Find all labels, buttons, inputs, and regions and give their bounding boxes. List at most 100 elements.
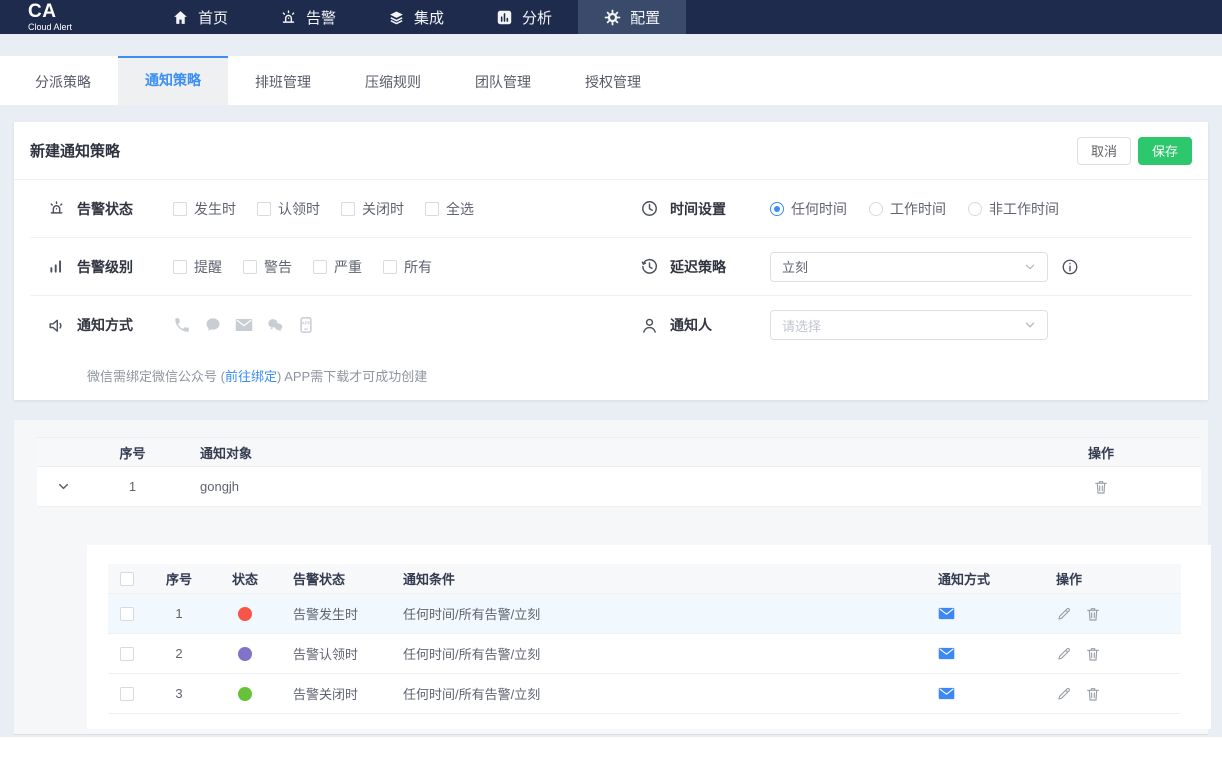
person-icon [640, 316, 659, 335]
rule-row[interactable]: 2 告警认领时 任何时间/所有告警/立刻 [108, 634, 1181, 674]
sms-bubble-icon[interactable] [204, 316, 222, 334]
checkbox-box[interactable] [313, 260, 327, 274]
row-checkbox[interactable] [120, 687, 134, 701]
checkbox-box[interactable] [341, 202, 355, 216]
tab-team-management[interactable]: 团队管理 [448, 56, 558, 105]
tab-dispatch-policy[interactable]: 分派策略 [8, 56, 118, 105]
field-alert-status: 告警状态 发生时 认领时 关闭时 全选 [30, 180, 611, 238]
select-placeholder: 请选择 [782, 316, 821, 335]
rule-condition: 任何时间/所有告警/立刻 [388, 644, 923, 663]
nav-label: 告警 [306, 7, 336, 28]
save-button[interactable]: 保存 [1138, 137, 1192, 165]
radio-work-time[interactable]: 工作时间 [869, 199, 946, 219]
time-setting-radios: 任何时间 工作时间 非工作时间 [770, 199, 1059, 219]
panel-actions: 取消 保存 [1077, 137, 1192, 165]
checkbox-on-occur[interactable]: 发生时 [173, 199, 236, 219]
delete-rule-icon[interactable] [1085, 606, 1101, 622]
checkbox-select-all[interactable]: 全选 [425, 199, 474, 219]
radio-dot[interactable] [869, 202, 883, 216]
nav-item-home[interactable]: 首页 [146, 0, 254, 34]
edit-rule-icon[interactable] [1056, 646, 1072, 662]
checkbox-box[interactable] [243, 260, 257, 274]
nav-item-alerts[interactable]: 告警 [254, 0, 362, 34]
status-dot [238, 687, 252, 701]
delete-rule-icon[interactable] [1085, 646, 1101, 662]
app-logo[interactable]: CA Cloud Alert [28, 2, 98, 32]
email-method-icon [938, 687, 1041, 700]
radio-any-time[interactable]: 任何时间 [770, 199, 847, 219]
policy-row[interactable]: 1 gongjh [37, 467, 1201, 507]
rule-alert-status: 告警关闭时 [278, 684, 388, 703]
info-icon[interactable] [1061, 258, 1079, 276]
checkbox-box[interactable] [425, 202, 439, 216]
checkbox-critical[interactable]: 严重 [313, 257, 362, 277]
radio-dot[interactable] [968, 202, 982, 216]
delay-policy-select[interactable]: 立刻 [770, 252, 1048, 282]
collapse-chevron-icon[interactable] [57, 480, 70, 493]
tab-compression-rules[interactable]: 压缩规则 [338, 56, 448, 105]
go-bind-link[interactable]: 前往绑定 [225, 366, 277, 385]
radio-non-work-time[interactable]: 非工作时间 [968, 199, 1059, 219]
rule-action-header: 操作 [1041, 569, 1181, 588]
checkbox-label: 关闭时 [362, 199, 404, 219]
select-all-checkbox[interactable] [120, 572, 134, 586]
checkbox-box[interactable] [173, 260, 187, 274]
select-value: 立刻 [782, 257, 808, 276]
radio-dot[interactable] [770, 202, 784, 216]
action-header: 操作 [1001, 443, 1201, 462]
index-header: 序号 [90, 443, 175, 462]
rules-panel: 序号 状态 告警状态 通知条件 通知方式 操作 1 告警发生时 任何时间/所有告… [87, 545, 1211, 729]
checkbox-all-levels[interactable]: 所有 [383, 257, 432, 277]
chevron-down-icon [1024, 319, 1036, 331]
tab-shift-management[interactable]: 排班管理 [228, 56, 338, 105]
checkbox-label: 警告 [264, 257, 292, 277]
policy-list-section: 序号 通知对象 操作 1 gongjh 序号 [14, 420, 1208, 735]
checkbox-on-close[interactable]: 关闭时 [341, 199, 404, 219]
field-label: 延迟策略 [670, 257, 770, 277]
nav-label: 首页 [198, 7, 228, 28]
rule-row[interactable]: 1 告警发生时 任何时间/所有告警/立刻 [108, 594, 1181, 634]
checkbox-box[interactable] [173, 202, 187, 216]
rule-index-header: 序号 [146, 569, 212, 588]
app-icon[interactable]: APP [297, 316, 315, 334]
panel-title: 新建通知策略 [30, 140, 120, 161]
rule-alert-status: 告警认领时 [278, 644, 388, 663]
checkbox-box[interactable] [383, 260, 397, 274]
bar-chart-icon [496, 9, 513, 26]
gear-icon [604, 9, 621, 26]
nav-item-config[interactable]: 配置 [578, 0, 686, 34]
rules-table: 序号 状态 告警状态 通知条件 通知方式 操作 1 告警发生时 任何时间/所有告… [108, 564, 1181, 714]
phone-call-icon[interactable] [173, 316, 191, 334]
row-checkbox[interactable] [120, 607, 134, 621]
rule-index: 2 [146, 646, 212, 661]
policy-row-target: gongjh [175, 479, 1001, 494]
wechat-icon[interactable] [266, 316, 284, 334]
field-delay-policy: 延迟策略 立刻 [611, 238, 1192, 296]
nav-item-integrations[interactable]: 集成 [362, 0, 470, 34]
nav-item-analytics[interactable]: 分析 [470, 0, 578, 34]
rule-condition-header: 通知条件 [388, 569, 923, 588]
checkbox-box[interactable] [257, 202, 271, 216]
notify-person-select[interactable]: 请选择 [770, 310, 1048, 340]
checkbox-remind[interactable]: 提醒 [173, 257, 222, 277]
edit-rule-icon[interactable] [1056, 686, 1072, 702]
logo-text: CA [28, 2, 98, 21]
edit-rule-icon[interactable] [1056, 606, 1072, 622]
tab-authorization[interactable]: 授权管理 [558, 56, 668, 105]
cancel-button[interactable]: 取消 [1077, 137, 1131, 165]
tab-notification-policy[interactable]: 通知策略 [118, 56, 228, 105]
checkbox-warning[interactable]: 警告 [243, 257, 292, 277]
checkbox-on-claim[interactable]: 认领时 [257, 199, 320, 219]
email-icon[interactable] [235, 316, 253, 334]
row-checkbox[interactable] [120, 647, 134, 661]
history-clock-icon [640, 257, 659, 276]
alert-status-checkboxes: 发生时 认领时 关闭时 全选 [173, 199, 474, 219]
rule-row[interactable]: 3 告警关闭时 任何时间/所有告警/立刻 [108, 674, 1181, 714]
delete-rule-icon[interactable] [1085, 686, 1101, 702]
new-policy-panel: 新建通知策略 取消 保存 告警状态 发生时 认领时 关闭时 全选 时间设置 [14, 122, 1208, 400]
delete-policy-icon[interactable] [1093, 479, 1109, 495]
field-notify-person: 通知人 请选择 [611, 296, 1192, 354]
alert-level-checkboxes: 提醒 警告 严重 所有 [173, 257, 432, 277]
home-icon [172, 9, 189, 26]
field-label: 通知方式 [77, 315, 173, 335]
